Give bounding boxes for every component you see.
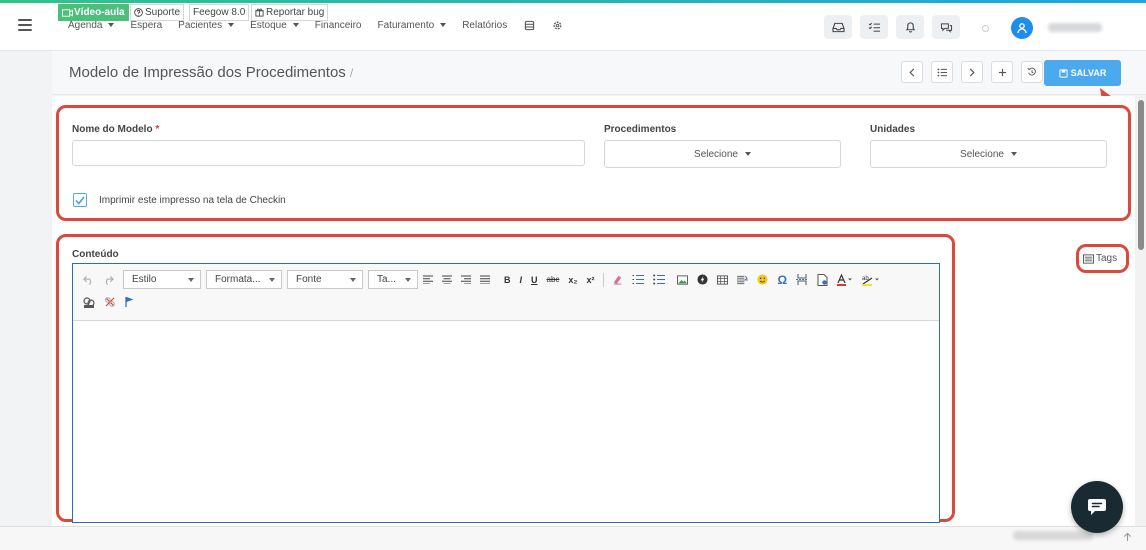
avatar[interactable] bbox=[1011, 17, 1033, 39]
conteudo-label: Conteúdo bbox=[72, 249, 119, 260]
bug-icon bbox=[255, 8, 264, 17]
unlink-icon[interactable] bbox=[104, 296, 116, 308]
version-label: Feegow 8.0 bbox=[189, 4, 250, 21]
nome-input[interactable] bbox=[72, 140, 585, 166]
add-button[interactable] bbox=[991, 61, 1013, 83]
template-icon[interactable] bbox=[817, 273, 828, 286]
help-icon bbox=[134, 8, 143, 17]
procedimentos-label: Procedimentos bbox=[604, 124, 677, 135]
underline-button[interactable]: U bbox=[531, 275, 538, 285]
align-left-icon[interactable] bbox=[423, 275, 433, 284]
list-button[interactable] bbox=[931, 61, 953, 83]
numbered-list-icon[interactable] bbox=[632, 274, 645, 285]
horizontal-line-icon[interactable] bbox=[737, 275, 749, 285]
smiley-icon[interactable] bbox=[757, 274, 768, 285]
unidades-label: Unidades bbox=[870, 124, 916, 135]
nav-item-agenda[interactable]: Agenda bbox=[68, 20, 115, 31]
chat-icon bbox=[1088, 499, 1106, 515]
procedimentos-select[interactable]: Selecione bbox=[604, 140, 841, 168]
editor-body[interactable] bbox=[73, 321, 939, 522]
bold-button[interactable]: B bbox=[504, 275, 511, 285]
status-dot bbox=[982, 25, 989, 32]
database-icon[interactable] bbox=[523, 19, 535, 31]
font-combo[interactable]: Fonte bbox=[287, 270, 363, 289]
bell-icon[interactable] bbox=[896, 15, 924, 39]
inbox-icon[interactable] bbox=[824, 15, 852, 39]
history-button[interactable] bbox=[1021, 61, 1043, 83]
video-icon bbox=[62, 8, 73, 17]
video-aula-button[interactable]: Vídeo-aula bbox=[58, 4, 129, 21]
bulleted-list-icon[interactable] bbox=[653, 274, 666, 285]
save-button[interactable]: SALVAR bbox=[1044, 60, 1121, 86]
chat-bubbles-icon[interactable] bbox=[932, 15, 960, 39]
tags-icon bbox=[1083, 253, 1094, 264]
save-icon bbox=[1059, 68, 1068, 78]
nav-item-financeiro[interactable]: Financeiro bbox=[315, 20, 362, 31]
background-color-icon[interactable]: ab bbox=[862, 274, 880, 286]
scroll-top-icon[interactable] bbox=[1119, 528, 1135, 546]
image-icon[interactable] bbox=[677, 274, 689, 285]
nav-item-faturamento[interactable]: Faturamento bbox=[378, 20, 447, 31]
align-justify-icon[interactable] bbox=[480, 275, 490, 284]
flash-icon[interactable] bbox=[697, 274, 708, 285]
align-right-icon[interactable] bbox=[461, 275, 471, 284]
remove-format-icon[interactable] bbox=[612, 274, 623, 285]
special-character-icon[interactable]: Ω bbox=[777, 273, 787, 287]
format-combo[interactable]: Formata... bbox=[206, 270, 282, 289]
undo-icon[interactable] bbox=[83, 275, 94, 285]
style-combo[interactable]: Estilo bbox=[123, 270, 201, 289]
checkin-checkbox[interactable] bbox=[73, 193, 87, 207]
scrollbar-thumb[interactable] bbox=[1138, 100, 1144, 250]
checkin-label: Imprimir este impresso na tela de Checki… bbox=[99, 195, 286, 206]
strikethrough-button[interactable]: abc bbox=[547, 275, 560, 284]
link-icon[interactable] bbox=[83, 296, 95, 308]
editor-toolbar: Estilo Formata... Fonte Ta... B I U abc … bbox=[73, 264, 939, 321]
nome-label: Nome do Modelo * bbox=[72, 124, 160, 135]
unidades-select[interactable]: Selecione bbox=[870, 140, 1107, 168]
page-title: Modelo de Impressão dos Procedimentos / bbox=[69, 64, 354, 81]
anchor-flag-icon[interactable] bbox=[125, 296, 135, 308]
italic-button[interactable]: I bbox=[520, 275, 523, 285]
subscript-button[interactable]: x₂ bbox=[568, 275, 577, 285]
table-icon[interactable] bbox=[717, 274, 729, 285]
size-combo[interactable]: Ta... bbox=[368, 270, 418, 289]
previous-button[interactable] bbox=[901, 61, 923, 83]
toolbar-separator bbox=[603, 272, 605, 287]
checkmark-icon bbox=[75, 195, 85, 205]
suporte-button[interactable]: Suporte bbox=[130, 4, 185, 21]
tags-button[interactable]: Tags bbox=[1083, 253, 1117, 264]
menu-icon[interactable] bbox=[18, 19, 32, 31]
rich-text-editor: Estilo Formata... Fonte Ta... B I U abc … bbox=[72, 263, 940, 523]
nav-item-pacientes[interactable]: Pacientes bbox=[178, 20, 235, 31]
page-header: Modelo de Impressão dos Procedimentos / S… bbox=[52, 51, 1146, 95]
report-bug-button[interactable]: Reportar bug bbox=[251, 4, 329, 21]
next-button[interactable] bbox=[961, 61, 983, 83]
username-blurred[interactable] bbox=[1048, 23, 1102, 32]
chat-widget-button[interactable] bbox=[1071, 481, 1123, 533]
text-color-icon[interactable] bbox=[837, 273, 853, 286]
page-break-icon[interactable] bbox=[796, 274, 809, 285]
nav-item-espera[interactable]: Espera bbox=[130, 20, 162, 31]
unit-selector-blurred[interactable] bbox=[1013, 531, 1093, 540]
footer-bar bbox=[0, 526, 1146, 550]
gear-icon[interactable] bbox=[551, 19, 563, 31]
nav-item-estoque[interactable]: Estoque bbox=[250, 20, 299, 31]
align-center-icon[interactable] bbox=[442, 275, 452, 284]
tasks-icon[interactable] bbox=[860, 15, 888, 39]
redo-icon[interactable] bbox=[103, 275, 114, 285]
superscript-button[interactable]: x² bbox=[586, 275, 594, 285]
nav-item-relatorios[interactable]: Relatórios bbox=[462, 20, 507, 31]
